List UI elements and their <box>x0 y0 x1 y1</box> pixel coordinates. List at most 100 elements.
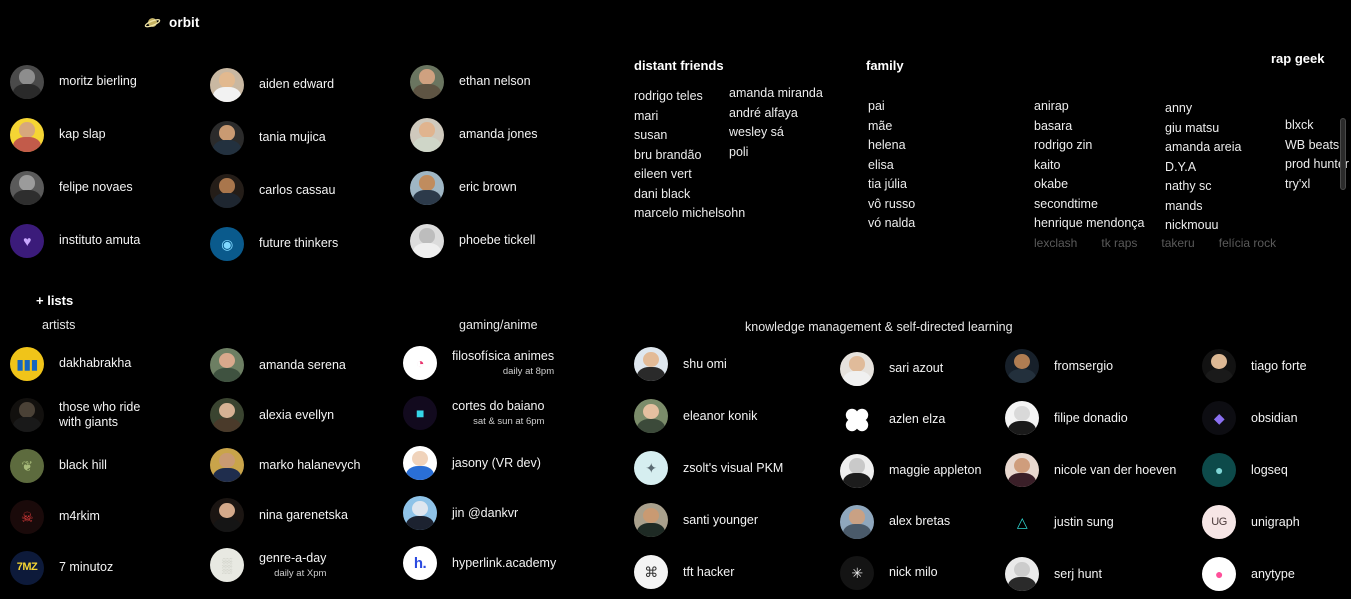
list-item[interactable]: amanda serena <box>210 340 360 390</box>
group-title-rap-geek: rap geek <box>1271 51 1325 66</box>
list-item[interactable]: basara <box>1034 117 1145 137</box>
list-item[interactable]: phoebe tickell <box>410 214 538 267</box>
list-item[interactable]: ⌘ tft hacker <box>634 546 783 598</box>
list-item[interactable]: marcelo michelsohn <box>634 204 745 224</box>
list-item[interactable]: anirap <box>1034 97 1145 117</box>
list-item[interactable]: tiago forte <box>1202 340 1307 392</box>
list-item[interactable]: henrique mendonça <box>1034 214 1145 234</box>
list-item[interactable]: anny <box>1165 99 1241 119</box>
list-item[interactable]: felipe novaes <box>10 161 140 214</box>
list-item[interactable]: dani black <box>634 185 745 205</box>
list-item[interactable]: andré alfaya <box>729 104 823 124</box>
list-item[interactable]: nicole van der hoeven <box>1005 444 1176 496</box>
family-column-1: pai mãe helena elisa tia júlia vô russo vó nal… <box>868 97 915 234</box>
list-item[interactable]: poli <box>729 143 823 163</box>
list-item-text: future thinkers <box>259 236 338 251</box>
list-item[interactable]: rodrigo zin <box>1034 136 1145 156</box>
list-item[interactable]: carlos cassau <box>210 164 338 217</box>
list-item[interactable]: ♥ instituto amuta <box>10 214 140 267</box>
rap-geek-column-2: anny giu matsu amanda areia D.Y.A nathy sc ma… <box>1165 99 1241 236</box>
list-item-label: amanda serena <box>259 357 346 372</box>
list-item-label: filosofísica animes <box>452 348 555 363</box>
avatar <box>403 496 437 530</box>
list-item[interactable]: elisa <box>868 156 915 176</box>
list-item[interactable]: jasony (VR dev) <box>403 438 556 488</box>
list-item[interactable]: giu matsu <box>1165 119 1241 139</box>
list-item[interactable]: nina garenetska <box>210 490 360 540</box>
list-item[interactable]: ethan nelson <box>410 55 538 108</box>
list-item[interactable]: ✳ nick milo <box>840 547 981 598</box>
list-item[interactable]: ▮▮▮ dakhabrakha <box>10 338 140 389</box>
list-item[interactable]: amanda areia <box>1165 138 1241 158</box>
list-item[interactable]: nickmouu <box>1165 216 1241 236</box>
list-item[interactable]: tia júlia <box>868 175 915 195</box>
list-item[interactable]: moritz bierling <box>10 55 140 108</box>
list-item[interactable]: kaito <box>1034 156 1145 176</box>
list-item[interactable]: eileen vert <box>634 165 745 185</box>
artists-column-1: ▮▮▮ dakhabrakha those who ride with giants… <box>10 338 140 593</box>
avatar <box>210 120 244 155</box>
list-item[interactable]: amanda miranda <box>729 84 823 104</box>
list-item[interactable]: ❦ black hill <box>10 440 140 491</box>
list-item[interactable]: those who ride with giants <box>10 389 140 440</box>
list-item[interactable]: sari azout <box>840 343 981 394</box>
list-item[interactable]: ▒ genre-a-day daily at Xpm <box>210 540 360 590</box>
list-item[interactable]: ● logseq <box>1202 444 1307 496</box>
list-item-label: kap slap <box>59 127 106 141</box>
avatar <box>10 170 44 205</box>
list-item[interactable]: alex bretas <box>840 496 981 547</box>
muted-list-item[interactable]: takeru <box>1161 236 1194 250</box>
list-item[interactable]: tania mujica <box>210 111 338 164</box>
list-item[interactable]: filipe donadio <box>1005 392 1176 444</box>
list-item[interactable]: santi younger <box>634 494 783 546</box>
list-item[interactable]: alexia evellyn <box>210 390 360 440</box>
list-item[interactable]: ● anytype <box>1202 548 1307 599</box>
list-item[interactable]: h. hyperlink.academy <box>403 538 556 588</box>
list-item[interactable]: eric brown <box>410 161 538 214</box>
list-item-text: instituto amuta <box>59 233 140 248</box>
list-item[interactable]: jin @dankvr <box>403 488 556 538</box>
list-item[interactable]: secondtime <box>1034 195 1145 215</box>
list-item[interactable]: wesley sá <box>729 123 823 143</box>
list-item-text: alex bretas <box>889 514 950 529</box>
list-item[interactable]: helena <box>868 136 915 156</box>
list-item[interactable]: D.Y.A <box>1165 158 1241 178</box>
lists-header[interactable]: + lists <box>36 293 73 308</box>
list-item[interactable]: ✦ zsolt's visual PKM <box>634 442 783 494</box>
list-item[interactable]: ■ cortes do baiano sat & sun at 6pm <box>403 388 556 438</box>
list-item-text: tft hacker <box>683 565 734 580</box>
group-title-family: family <box>866 58 904 73</box>
muted-list-item[interactable]: lexclash <box>1034 236 1077 250</box>
muted-list-item[interactable]: tk raps <box>1101 236 1137 250</box>
list-item[interactable]: ☠ m4rkim <box>10 491 140 542</box>
list-item[interactable]: amanda jones <box>410 108 538 161</box>
list-item[interactable]: △ justin sung <box>1005 496 1176 548</box>
list-item[interactable]: aiden edward <box>210 58 338 111</box>
list-item[interactable]: pai <box>868 97 915 117</box>
list-item-text: jin @dankvr <box>452 506 518 521</box>
list-item[interactable]: serj hunt <box>1005 548 1176 599</box>
list-item[interactable]: vô russo <box>868 195 915 215</box>
list-item[interactable]: ◔ filosofísica animes daily at 8pm <box>403 338 556 388</box>
list-item[interactable]: marko halanevych <box>210 440 360 490</box>
list-item[interactable]: kap slap <box>10 108 140 161</box>
list-item[interactable]: maggie appleton <box>840 445 981 496</box>
list-item-text: serj hunt <box>1054 567 1102 582</box>
list-item[interactable]: fromsergio <box>1005 340 1176 392</box>
muted-list-item[interactable]: felícia rock <box>1219 236 1276 250</box>
vertical-scrollbar-track[interactable] <box>1339 0 1349 599</box>
list-item-label: tft hacker <box>683 564 735 579</box>
list-item[interactable]: ◉ future thinkers <box>210 217 338 270</box>
list-item[interactable]: shu omi <box>634 338 783 390</box>
list-item[interactable]: vó nalda <box>868 214 915 234</box>
list-item[interactable]: azlen elza <box>840 394 981 445</box>
list-item[interactable]: mands <box>1165 197 1241 217</box>
list-item[interactable]: okabe <box>1034 175 1145 195</box>
vertical-scrollbar-thumb[interactable] <box>1340 118 1346 190</box>
list-item[interactable]: UG unigraph <box>1202 496 1307 548</box>
list-item[interactable]: ◆ obsidian <box>1202 392 1307 444</box>
list-item[interactable]: nathy sc <box>1165 177 1241 197</box>
list-item[interactable]: 7MZ 7 minutoz <box>10 542 140 593</box>
list-item[interactable]: eleanor konik <box>634 390 783 442</box>
list-item[interactable]: mãe <box>868 117 915 137</box>
